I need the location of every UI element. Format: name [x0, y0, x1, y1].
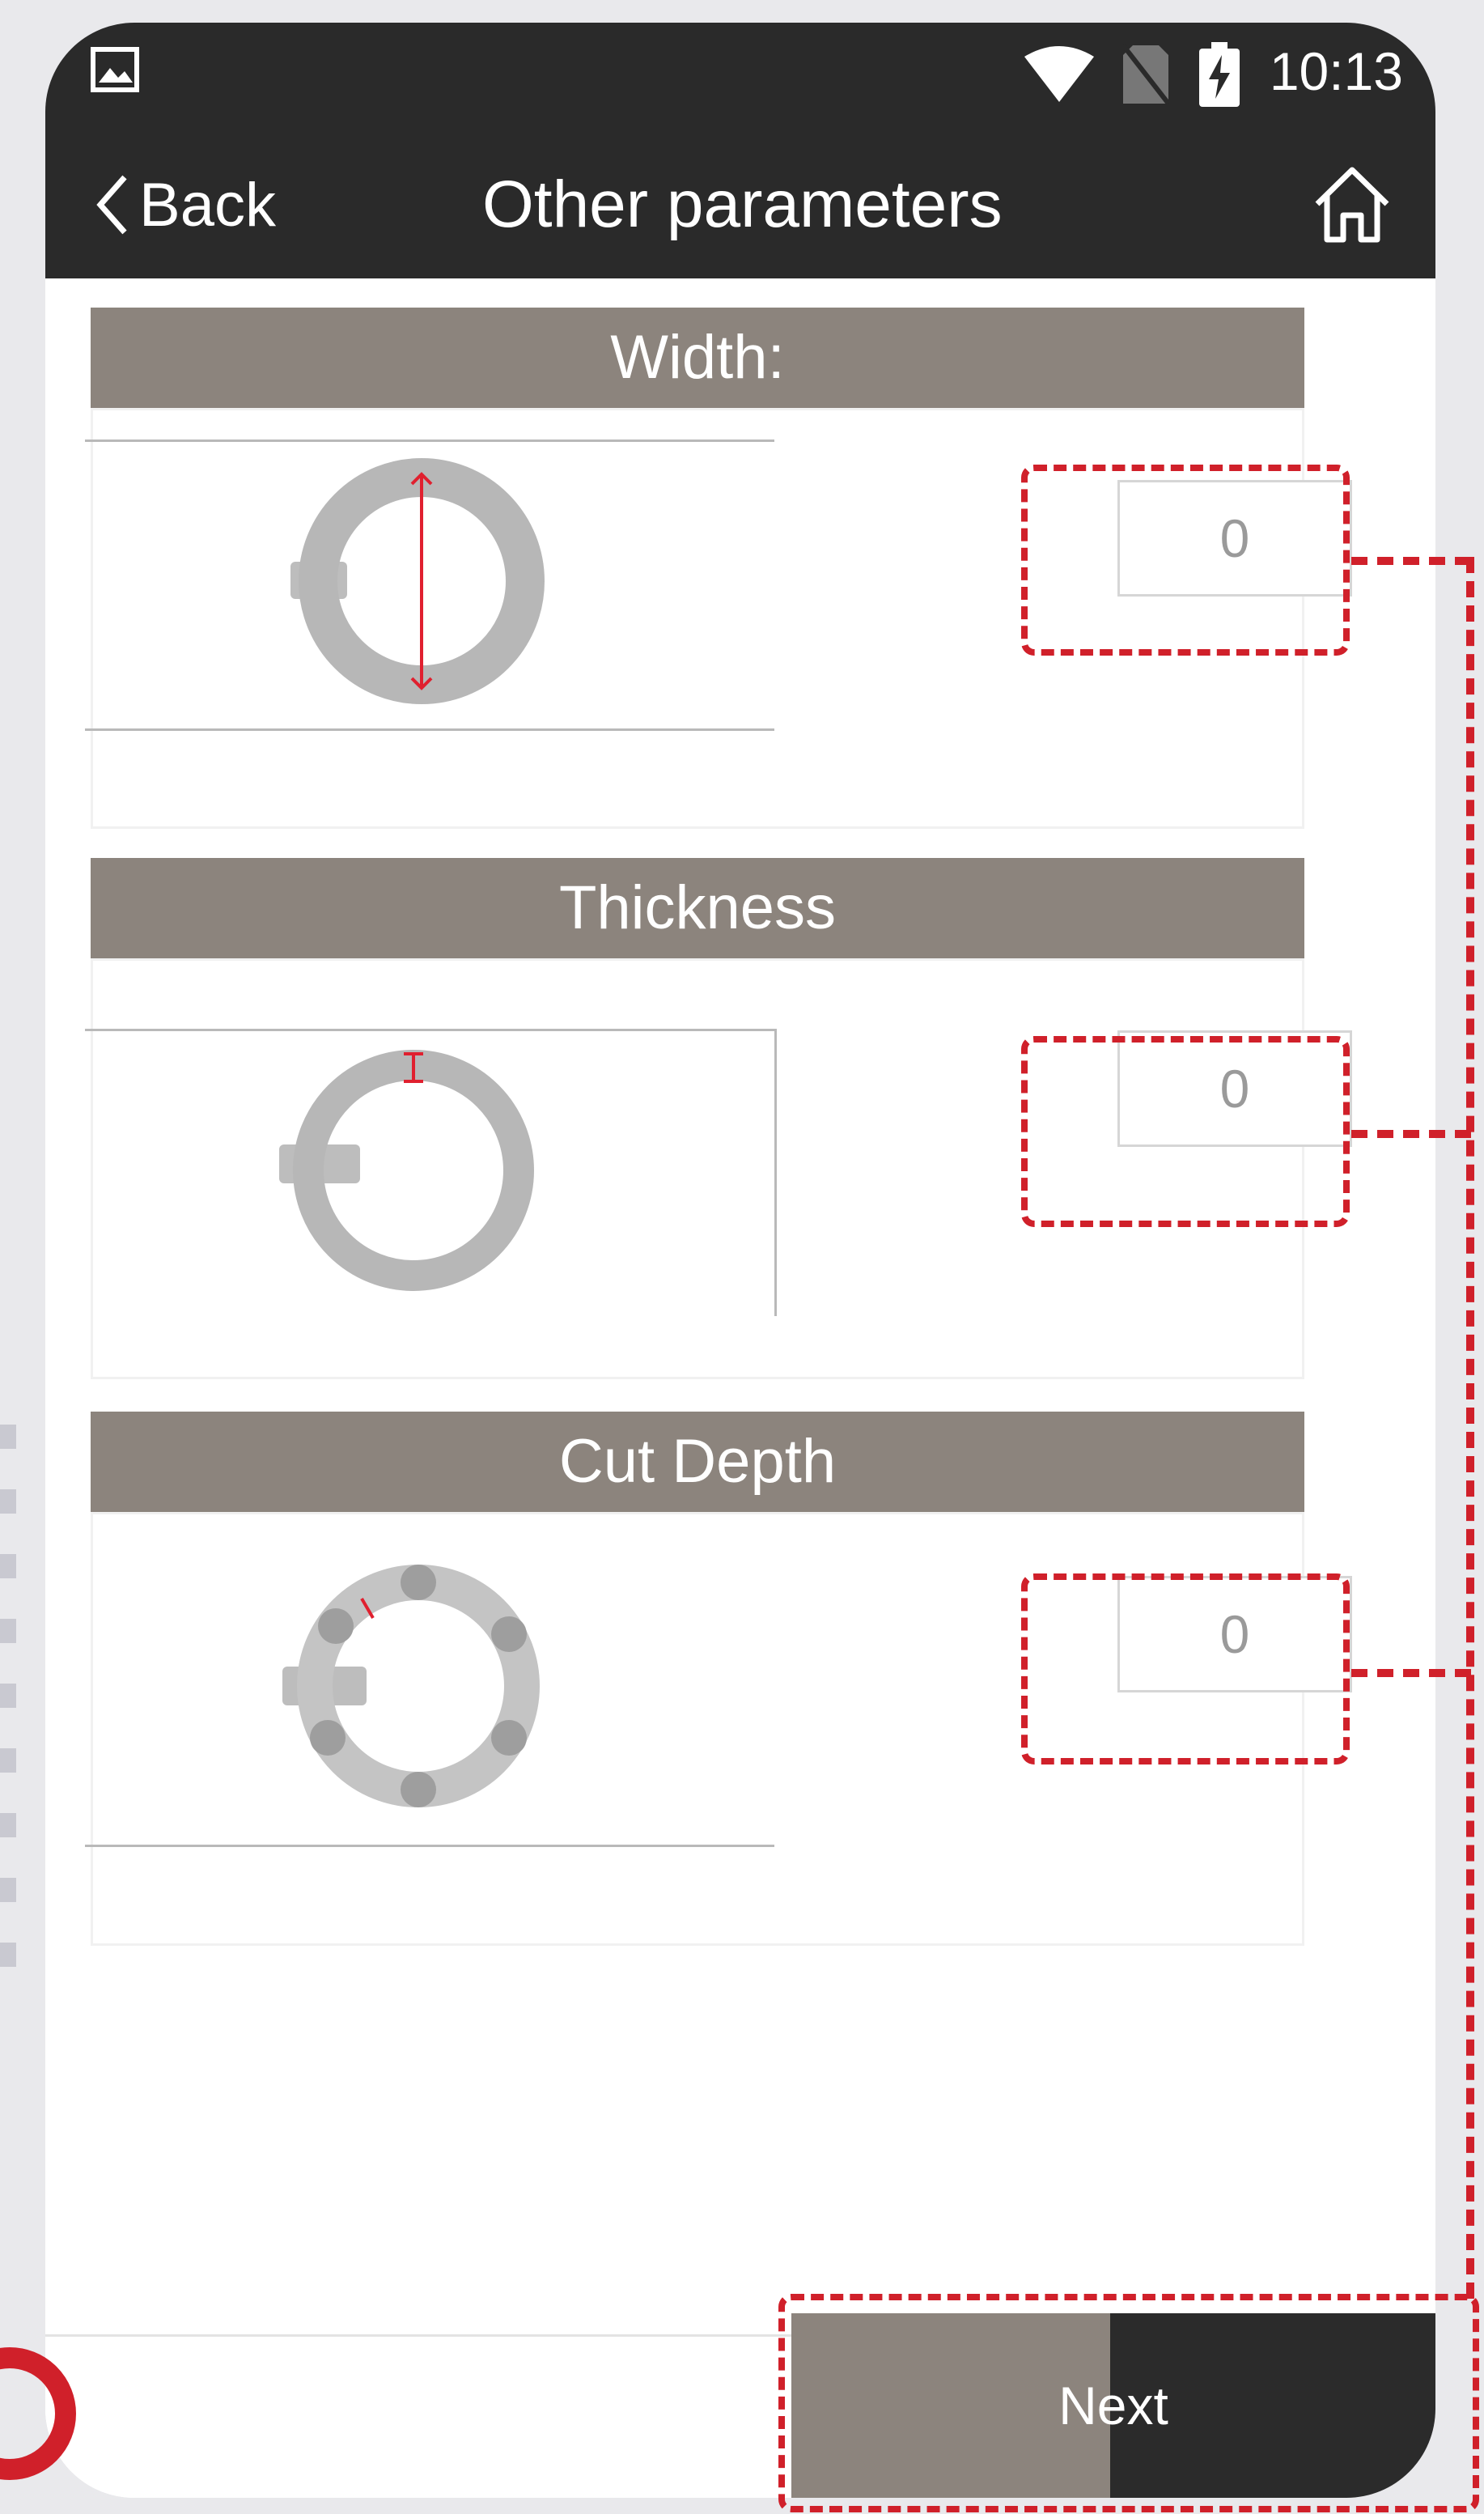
annotation-connector — [1466, 557, 1474, 2299]
ring-width-illustration — [290, 458, 545, 704]
chevron-left-icon — [94, 172, 129, 237]
app-header: 10:13 Back Other parameters — [45, 23, 1435, 278]
background-line — [0, 1425, 16, 1991]
section-header-cut-depth: Cut Depth — [91, 1412, 1304, 1512]
phone-screen: 10:13 Back Other parameters Width: 0 Thi… — [45, 23, 1435, 2498]
section-header-thickness: Thickness — [91, 858, 1304, 958]
ring-cut-depth-illustration — [282, 1565, 540, 1807]
width-diagram — [85, 440, 774, 731]
gallery-icon — [91, 47, 139, 92]
ring-thickness-illustration — [279, 1050, 534, 1291]
status-time: 10:13 — [1269, 41, 1403, 101]
annotation-frame-thickness — [1021, 1036, 1350, 1227]
annotation-frame-next — [778, 2294, 1479, 2512]
annotation-frame-width — [1021, 465, 1350, 656]
home-icon[interactable] — [1308, 162, 1397, 251]
section-header-width: Width: — [91, 308, 1304, 408]
back-label: Back — [139, 170, 276, 240]
annotation-connector — [1351, 557, 1471, 565]
battery-charging-icon — [1199, 42, 1240, 107]
thickness-diagram — [85, 1029, 777, 1316]
page-title: Other parameters — [482, 168, 1003, 241]
no-sim-icon — [1121, 44, 1171, 105]
annotation-frame-cut-depth — [1021, 1573, 1350, 1764]
wifi-icon — [1023, 45, 1096, 104]
annotation-connector — [1351, 1130, 1471, 1138]
cut-depth-diagram — [85, 1537, 774, 1847]
annotation-connector — [1351, 1669, 1471, 1677]
back-button[interactable]: Back — [94, 160, 276, 249]
